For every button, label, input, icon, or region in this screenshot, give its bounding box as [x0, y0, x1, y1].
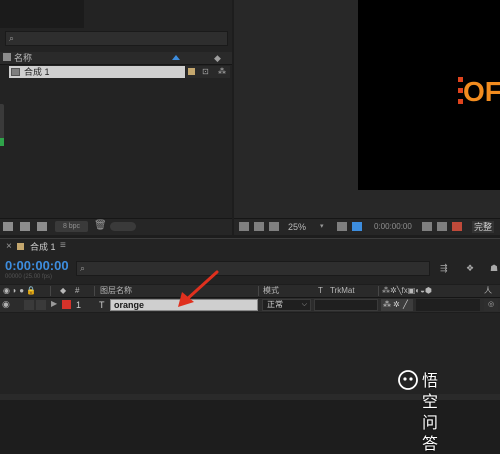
trash-icon[interactable]: 🗑: [94, 220, 107, 231]
draft-3d-icon[interactable]: ❖: [466, 263, 478, 273]
search-icon: ⌕: [80, 263, 86, 273]
project-item-comp1[interactable]: 合成 1: [9, 66, 185, 78]
layer-name-column-header[interactable]: 图层名称: [100, 285, 132, 297]
collapse-switch-icon[interactable]: ✲: [393, 299, 400, 311]
composition-viewer: [234, 0, 500, 218]
column-divider: [50, 286, 51, 296]
panel-side-handle[interactable]: [0, 104, 4, 146]
transparency-grid-icon[interactable]: [352, 222, 362, 231]
tab-composition-1[interactable]: 合成 1: [30, 240, 56, 254]
project-item-extra-columns: ⊡ ⁂: [186, 66, 230, 78]
t-column-header: T: [318, 286, 323, 295]
monitor-icon[interactable]: [254, 222, 264, 231]
parent-column-icon: 人: [484, 286, 492, 295]
color-channel-icon[interactable]: [452, 222, 462, 231]
name-column-header[interactable]: 名称: [14, 52, 32, 64]
frame-rate-label: 00000 (25.00 fps): [5, 274, 53, 280]
region-of-interest-icon[interactable]: [239, 222, 249, 231]
layer-search-input[interactable]: ⌕: [76, 261, 430, 276]
resolution-select[interactable]: 完整: [472, 221, 495, 233]
wukong-logo-icon: [398, 370, 418, 390]
tag-icon[interactable]: ◆: [214, 53, 221, 64]
blend-mode-value: 正常: [267, 300, 283, 309]
column-divider: [378, 286, 379, 296]
layer-switches-extra[interactable]: [416, 299, 480, 311]
search-icon: ⌕: [9, 33, 15, 43]
column-divider: [258, 286, 259, 296]
layer-number: 1: [76, 300, 82, 310]
visibility-column-icons: ◉ ◗ ● 🔒: [3, 286, 37, 295]
project-item-name: 合成 1: [24, 67, 50, 77]
number-column-header: #: [75, 286, 80, 295]
sort-ascending-icon[interactable]: [172, 55, 180, 60]
timeline-header: 0:00:00:00 00000 (25.00 fps) ⌕ ⇶ ❖ ☗: [0, 256, 500, 284]
label-color-swatch[interactable]: [188, 68, 195, 75]
mask-icon[interactable]: [269, 222, 279, 231]
trkmat-select[interactable]: [314, 299, 378, 311]
composition-icon: [11, 68, 20, 76]
label-column-icon: ◆: [60, 286, 67, 295]
eye-icon[interactable]: ◉: [2, 299, 10, 310]
shy-switch-icon[interactable]: ⁂: [383, 299, 391, 311]
trkmat-column-header: TrkMat: [330, 286, 355, 295]
show-channel-icon[interactable]: [437, 222, 447, 231]
new-folder-icon[interactable]: [20, 222, 30, 231]
blend-mode-select[interactable]: 正常 ⌵: [262, 299, 311, 311]
thumbnail-size-slider[interactable]: [110, 222, 136, 231]
project-search-input[interactable]: ⌕: [5, 31, 228, 46]
watermark-text: 悟空问答: [422, 371, 439, 453]
parent-pickwhip-icon[interactable]: ◎: [484, 299, 498, 311]
timeline-tab-bar: × 合成 1 ≡: [0, 238, 500, 257]
column-divider: [94, 286, 95, 296]
project-panel: ⌕ 名称 ◆ 合成 1 ⊡ ⁂: [0, 0, 232, 218]
switches-column-icons: ⁂✲╲fx▣◐◒⬢: [382, 286, 432, 295]
interpret-footage-icon[interactable]: [3, 222, 13, 231]
label-column-icon: [3, 53, 11, 61]
project-bottom-toolbar: 8 bpc 🗑: [0, 218, 232, 235]
handle-middle[interactable]: [458, 88, 463, 93]
shy-layers-icon[interactable]: ☗: [490, 263, 500, 273]
lock-toggle[interactable]: [36, 300, 46, 310]
layer-row[interactable]: ◉ ▶ 1 T orange 正常 ⌵ ⁂ ✲ ╱ ◎: [0, 298, 500, 312]
selection-handles[interactable]: [458, 77, 464, 105]
handle-top[interactable]: [458, 77, 463, 82]
handle-bottom[interactable]: [458, 99, 463, 104]
arrow-shaft: [184, 270, 219, 302]
composition-label-swatch: [17, 243, 24, 250]
current-time-display[interactable]: 0:00:00:00: [5, 258, 69, 273]
text-layer-icon: T: [99, 300, 105, 310]
new-composition-icon[interactable]: [37, 222, 47, 231]
solo-toggle[interactable]: [24, 300, 34, 310]
chevron-down-icon[interactable]: ▾: [320, 221, 324, 233]
timeline-column-header: ◉ ◗ ● 🔒 ◆ # 图层名称 模式 T TrkMat ⁂✲╲fx▣◐◒⬢ 人: [0, 285, 500, 298]
hierarchy-icon[interactable]: ⁂: [218, 67, 226, 76]
flowchart-icon[interactable]: ⊡: [202, 67, 209, 76]
zoom-level[interactable]: 25%: [288, 221, 306, 233]
layer-label-swatch[interactable]: [62, 300, 71, 309]
bit-depth-button[interactable]: 8 bpc: [55, 221, 88, 232]
snapshot-icon[interactable]: [422, 222, 432, 231]
expand-triangle-icon[interactable]: ▶: [51, 299, 57, 308]
fit-frame-icon[interactable]: [337, 222, 347, 231]
quality-switch-icon[interactable]: ╱: [403, 299, 408, 311]
mode-column-header: 模式: [263, 286, 279, 295]
annotation-arrow: [178, 270, 219, 307]
layer-switches[interactable]: ⁂ ✲ ╱: [381, 299, 413, 311]
project-column-header: 名称 ◆: [0, 52, 232, 65]
layer-name: orange: [114, 300, 145, 310]
comp-flowchart-icon[interactable]: ⇶: [440, 263, 452, 273]
project-thumbnail-area: [0, 0, 84, 28]
panel-menu-icon[interactable]: ≡: [60, 239, 66, 253]
chevron-down-icon: ⌵: [301, 301, 307, 308]
close-icon[interactable]: ×: [6, 241, 12, 252]
viewer-toolbar: 25% ▾ 0:00:00:00 完整: [234, 218, 500, 235]
viewer-timecode[interactable]: 0:00:00:00: [374, 221, 412, 233]
canvas-text-layer[interactable]: OF: [463, 77, 500, 107]
status-indicator: [0, 138, 4, 146]
